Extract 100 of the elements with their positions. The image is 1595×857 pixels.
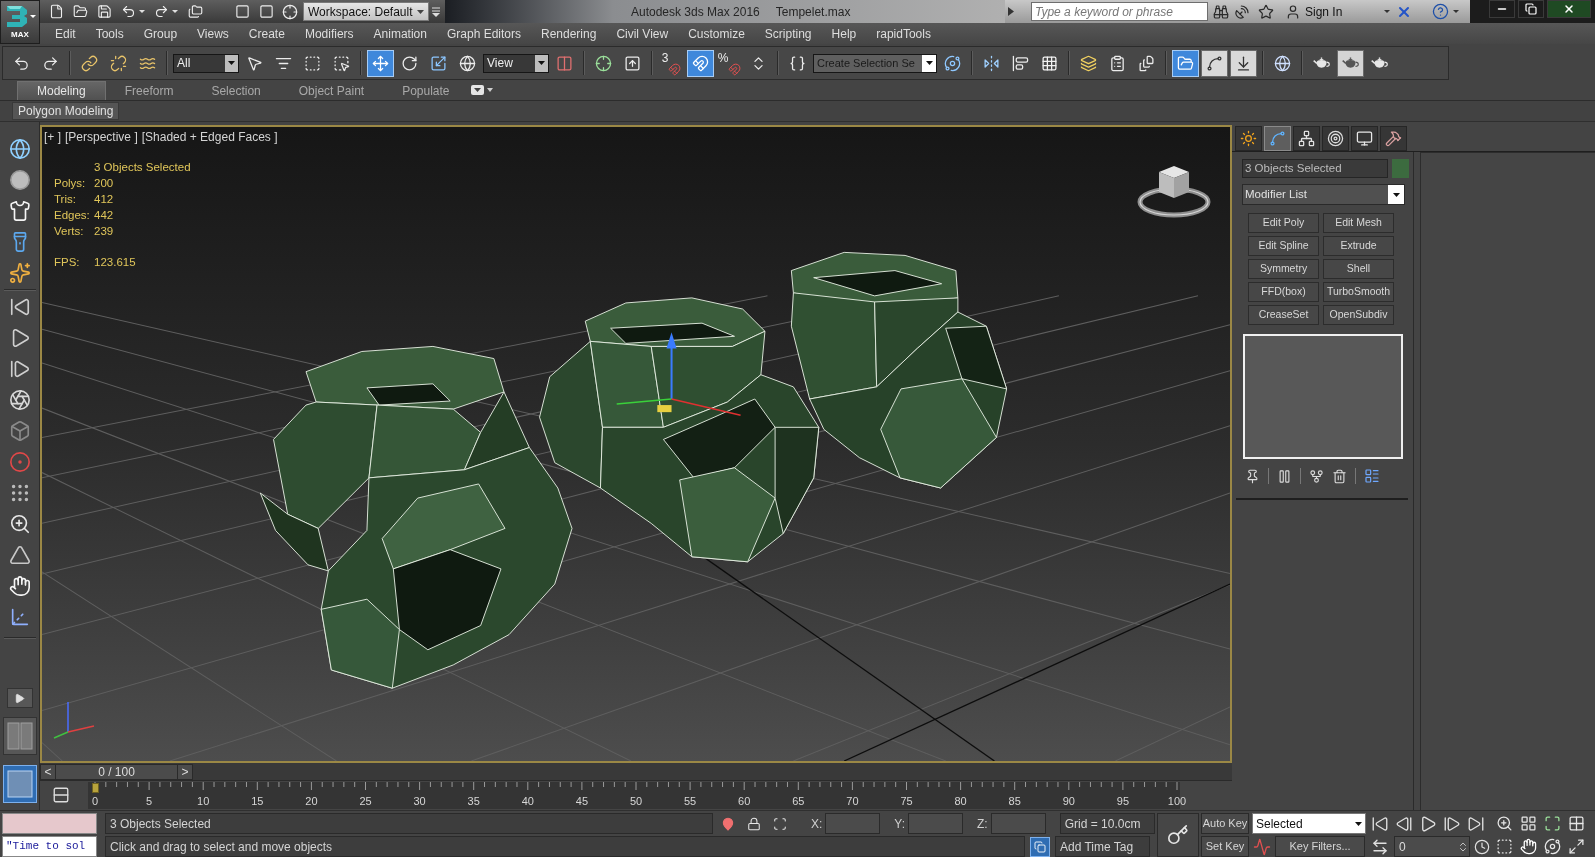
coordinate-field[interactable]	[825, 813, 881, 834]
ribbon-toggle-icon[interactable]	[470, 85, 493, 95]
aperture-icon[interactable]	[8, 389, 31, 411]
square-icon[interactable]	[235, 4, 250, 19]
viewport-menu-label[interactable]: [Shaded + Edged Faces ]	[141, 130, 278, 144]
modifier-button[interactable]: CreaseSet	[1248, 305, 1319, 325]
object-name-field[interactable]: 3 Objects Selected	[1242, 159, 1388, 178]
menu-item[interactable]: Scripting	[764, 24, 812, 43]
skip-back-icon[interactable]	[8, 296, 31, 318]
caret-icon[interactable]	[538, 61, 545, 65]
caret-icon[interactable]	[1355, 821, 1362, 826]
stacked-rows-icon[interactable]	[52, 786, 70, 804]
teapot-icon[interactable]	[1337, 49, 1364, 77]
corners-icon[interactable]	[1544, 815, 1561, 832]
caret-icon[interactable]	[172, 10, 178, 13]
move-arrows-icon[interactable]	[367, 49, 394, 77]
globe-icon[interactable]	[8, 138, 31, 160]
modifier-list-dropdown[interactable]: Modifier List	[1242, 184, 1405, 205]
key-mode-dropdown[interactable]: Selected	[1252, 813, 1366, 834]
modifier-button[interactable]: Edit Mesh	[1323, 213, 1394, 233]
minimize-button[interactable]	[1489, 0, 1515, 18]
script-input-field[interactable]	[2, 813, 97, 834]
fork-icon[interactable]	[1309, 468, 1324, 484]
menu-item[interactable]: Animation	[373, 24, 427, 43]
polygon-models[interactable]	[259, 251, 1008, 689]
menu-item[interactable]: Create	[248, 24, 285, 43]
snap-toggle-button[interactable]: %	[716, 49, 743, 77]
viewport-layout-tab[interactable]	[2, 717, 37, 755]
target-dot-icon[interactable]	[8, 451, 31, 473]
auto-key-button[interactable]: Auto Key	[1201, 813, 1249, 834]
frame-field[interactable]: 0	[1394, 836, 1470, 857]
sphere-icon[interactable]	[8, 169, 31, 191]
sign-in-button[interactable]: Sign In	[1305, 2, 1343, 21]
menu-item[interactable]: Tools	[95, 24, 124, 43]
time-slider-track[interactable]: < 0 / 100 >	[40, 763, 1232, 781]
ribbon-tab[interactable]: Object Paint	[279, 81, 384, 100]
selection-filter-dropdown[interactable]: All	[173, 53, 239, 73]
menu-item[interactable]: Rendering	[541, 24, 597, 43]
coordinate-field[interactable]	[990, 813, 1046, 834]
named-selection-dropdown[interactable]: Create Selection Se	[813, 53, 937, 73]
workspace-dropdown[interactable]: Workspace: Default	[303, 2, 429, 21]
restore-button[interactable]	[1518, 0, 1544, 18]
viewport-menu-label[interactable]: [Perspective ]	[65, 130, 138, 144]
grid-icon[interactable]	[1520, 815, 1537, 832]
step-back-icon[interactable]	[1395, 814, 1413, 833]
modifier-button[interactable]: TurboSmooth	[1323, 282, 1394, 302]
command-panel-tab[interactable]	[1351, 126, 1378, 151]
magnifier-icon[interactable]	[8, 513, 31, 535]
dashed-square-icon[interactable]	[1496, 838, 1513, 855]
snap-toggle-button[interactable]: 3	[658, 49, 685, 77]
shirt-icon[interactable]	[8, 200, 31, 222]
modifier-button[interactable]: Extrude	[1323, 236, 1394, 256]
application-menu-button[interactable]: MAX	[0, 0, 40, 44]
triangle-icon[interactable]	[8, 544, 31, 566]
caret-icon[interactable]	[1392, 192, 1400, 197]
key-button[interactable]	[1157, 813, 1199, 857]
play-button[interactable]	[6, 688, 33, 708]
binoculars-icon[interactable]	[1213, 3, 1229, 20]
caret-icon[interactable]	[1453, 10, 1460, 13]
search-field[interactable]: Type a keyword or phrase	[1031, 2, 1208, 21]
cube-icon[interactable]	[8, 420, 31, 442]
modifier-button[interactable]: Edit Poly	[1248, 213, 1319, 233]
ribbon-tab[interactable]: Populate	[383, 81, 469, 100]
menu-item[interactable]: Modifiers	[304, 24, 354, 43]
frame-corners-icon[interactable]	[773, 816, 787, 831]
viewport-menu-label[interactable]: [+ ]	[44, 130, 61, 144]
next-frame-button[interactable]: >	[177, 765, 192, 779]
ribbon-panel-label[interactable]: Polygon Modeling	[12, 102, 120, 120]
new-file-icon[interactable]	[49, 4, 64, 19]
pulse-curve-icon[interactable]	[1253, 837, 1271, 856]
modifier-button[interactable]: Symmetry	[1248, 259, 1319, 279]
menu-item[interactable]: Civil View	[616, 24, 669, 43]
pin-icon[interactable]	[721, 816, 735, 831]
modifier-button[interactable]: Edit Spline	[1248, 236, 1319, 256]
satellite-dish-icon[interactable]	[1234, 3, 1250, 20]
previous-frame-button[interactable]: <	[41, 765, 56, 779]
caret-icon[interactable]	[925, 61, 933, 65]
caret-icon[interactable]	[228, 61, 235, 65]
folders-icon[interactable]	[188, 4, 203, 19]
modifier-button[interactable]: OpenSubdiv	[1323, 305, 1394, 325]
time-tag-field[interactable]: Add Time Tag	[1055, 836, 1150, 857]
menu-item[interactable]: Customize	[688, 24, 745, 43]
curve-icon[interactable]	[1201, 49, 1228, 77]
ribbon-tab[interactable]: Freeform	[105, 81, 193, 100]
menu-caret-icon[interactable]	[432, 6, 440, 17]
bin-icon[interactable]	[1332, 468, 1347, 484]
redo-arrow-icon[interactable]	[154, 4, 169, 19]
square-icon[interactable]	[259, 4, 274, 19]
expand-arrows-icon[interactable]	[1568, 838, 1585, 855]
pause-bars-icon[interactable]	[1277, 468, 1292, 484]
four-squares-icon[interactable]	[1568, 815, 1585, 832]
viewport-layout-tab[interactable]	[2, 765, 37, 803]
step-forward-icon[interactable]	[1443, 814, 1461, 833]
orbit-icon[interactable]	[1544, 838, 1561, 855]
hand-icon[interactable]	[8, 575, 31, 597]
command-panel-tab[interactable]	[1322, 126, 1349, 151]
left-right-arrows-icon[interactable]	[1371, 837, 1389, 856]
stacked-squares-icon[interactable]	[1030, 836, 1050, 857]
help-icon[interactable]	[1432, 3, 1450, 20]
command-panel-tab[interactable]	[1380, 126, 1407, 151]
